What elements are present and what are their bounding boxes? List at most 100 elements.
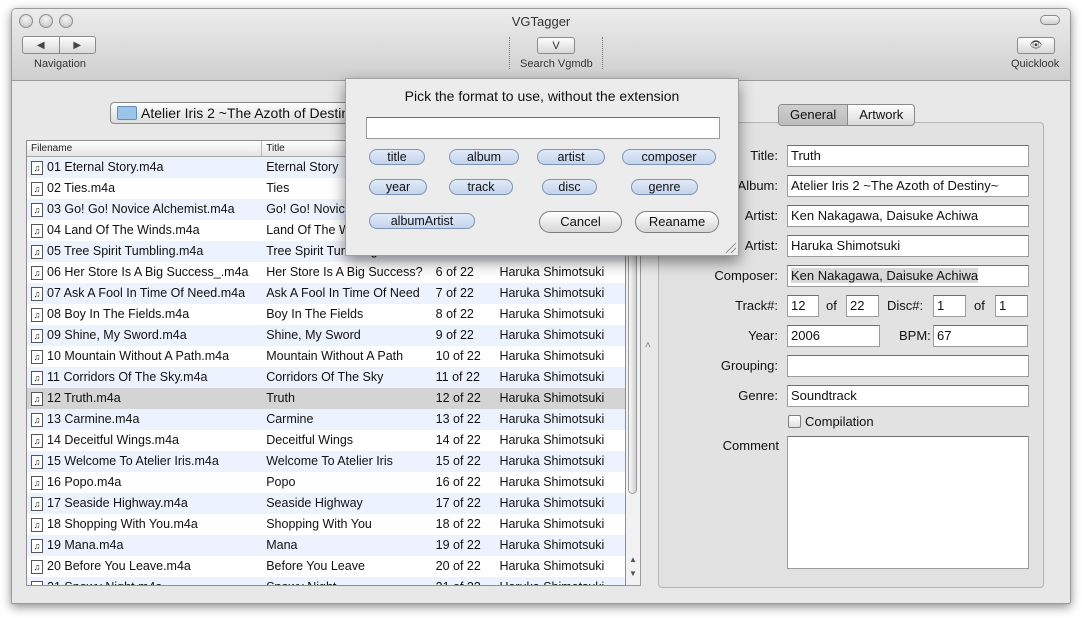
artist-cell: Haruka Shimotsuki: [499, 475, 605, 489]
table-row[interactable]: ♫ 10 Mountain Without A Path.m4a Mountain …: [27, 346, 625, 367]
token-year[interactable]: year: [369, 179, 427, 195]
token-album-artist[interactable]: albumArtist: [369, 213, 475, 229]
title-cell: Carmine: [266, 412, 314, 426]
grouping-field[interactable]: [787, 355, 1029, 377]
tab-general[interactable]: General: [779, 105, 849, 125]
sheet-prompt: Pick the format to use, without the exte…: [404, 88, 680, 104]
audio-file-icon: ♫: [31, 454, 43, 469]
title-bar: VGTagger ◀ ▶ Navigation V Search Vgmdb 👁…: [12, 9, 1070, 81]
audio-file-icon: ♫: [31, 580, 43, 585]
filename-text: 11 Corridors Of The Sky.m4a: [47, 370, 208, 384]
table-row[interactable]: ♫ 17 Seaside Highway.m4a Seaside Highway 17…: [27, 493, 625, 514]
toolbar-separator: [509, 37, 510, 69]
bpm-field[interactable]: 67: [933, 325, 1028, 347]
token-genre[interactable]: genre: [631, 179, 698, 195]
filename-text: 17 Seaside Highway.m4a: [47, 496, 188, 510]
table-row[interactable]: ♫ 13 Carmine.m4a Carmine 13 of 22 Haruka Shi…: [27, 409, 625, 430]
table-row[interactable]: ♫ 12 Truth.m4a Truth 12 of 22 Haruka Shimots…: [27, 388, 625, 409]
filename-text: 05 Tree Spirit Tumbling.m4a: [47, 244, 204, 258]
eye-icon[interactable]: 👁: [1017, 37, 1055, 54]
artist-cell: Haruka Shimotsuki: [499, 349, 605, 363]
table-row[interactable]: ♫ 14 Deceitful Wings.m4a Deceitful Wings 14…: [27, 430, 625, 451]
compilation-checkbox[interactable]: [788, 415, 801, 428]
folder-popup-button[interactable]: Atelier Iris 2 ~The Azoth of Destiny~: [110, 102, 372, 124]
filename-text: 04 Land Of The Winds.m4a: [47, 223, 200, 237]
track-of-label: of: [826, 298, 837, 313]
audio-file-icon: ♫: [31, 202, 43, 217]
table-row[interactable]: ♫ 18 Shopping With You.m4a Shopping With Y…: [27, 514, 625, 535]
scroll-down-icon[interactable]: ▼: [628, 569, 638, 579]
table-row[interactable]: ♫ 19 Mana.m4a Mana 19 of 22 Haruka Shimotsuk…: [27, 535, 625, 556]
filename-text: 14 Deceitful Wings.m4a: [47, 433, 180, 447]
year-field[interactable]: 2006: [787, 325, 880, 347]
filename-text: 16 Popo.m4a: [47, 475, 122, 489]
artist-cell: Haruka Shimotsuki: [499, 370, 605, 384]
navigation-control: ◀ ▶: [22, 36, 96, 54]
audio-file-icon: ♫: [31, 307, 43, 322]
disc-number-field[interactable]: 1: [933, 295, 966, 317]
back-icon[interactable]: ◀: [23, 37, 60, 53]
token-disc[interactable]: disc: [542, 179, 597, 195]
artist-field[interactable]: Ken Nakagawa, Daisuke Achiwa: [787, 205, 1029, 227]
window-title: VGTagger: [511, 14, 571, 29]
genre-field[interactable]: Soundtrack: [787, 385, 1029, 407]
tab-artwork[interactable]: Artwork: [848, 105, 914, 125]
table-row[interactable]: ♫ 20 Before You Leave.m4a Before You Leave…: [27, 556, 625, 577]
filename-text: 21 Snowy Night.m4a: [47, 577, 162, 585]
title-cell: Truth: [266, 391, 295, 405]
table-row[interactable]: ♫ 15 Welcome To Atelier Iris.m4a Welcome T…: [27, 451, 625, 472]
token-composer[interactable]: composer: [622, 149, 716, 165]
track-cell: 12 of 22: [435, 391, 481, 405]
track-cell: 18 of 22: [435, 517, 481, 531]
filename-text: 03 Go! Go! Novice Alchemist.m4a: [47, 202, 235, 216]
filename-text: 09 Shine, My Sword.m4a: [47, 328, 187, 342]
filename-cell: ♫ 11 Corridors Of The Sky.m4a: [27, 367, 262, 388]
audio-file-icon: ♫: [31, 412, 43, 427]
track-total-field[interactable]: 22: [846, 295, 879, 317]
track-cell: 14 of 22: [435, 433, 481, 447]
token-track[interactable]: track: [449, 179, 513, 195]
filename-cell: ♫ 15 Welcome To Atelier Iris.m4a: [27, 451, 262, 472]
track-number-field[interactable]: 12: [787, 295, 819, 317]
format-input[interactable]: [366, 117, 720, 139]
table-row[interactable]: ♫ 06 Her Store Is A Big Success_.m4a Her S…: [27, 262, 625, 283]
cancel-button[interactable]: Cancel: [539, 211, 622, 233]
title-field[interactable]: Truth: [787, 145, 1029, 167]
token-title[interactable]: title: [369, 149, 425, 165]
table-row[interactable]: ♫ 08 Boy In The Fields.m4a Boy In The Fiel…: [27, 304, 625, 325]
split-handle[interactable]: ˄: [645, 340, 651, 351]
filename-cell: ♫ 13 Carmine.m4a: [27, 409, 262, 430]
title-cell: Deceitful Wings: [266, 433, 354, 447]
track-cell: 7 of 22: [435, 286, 474, 300]
scroll-up-icon[interactable]: ▲: [628, 555, 638, 565]
artist-cell: Haruka Shimotsuki: [499, 559, 605, 573]
album-field[interactable]: Atelier Iris 2 ~The Azoth of Destiny~: [787, 175, 1029, 197]
filename-cell: ♫ 06 Her Store Is A Big Success_.m4a: [27, 262, 262, 283]
table-row[interactable]: ♫ 11 Corridors Of The Sky.m4a Corridors Of…: [27, 367, 625, 388]
album-artist-field[interactable]: Haruka Shimotsuki: [787, 235, 1029, 257]
audio-file-icon: ♫: [31, 559, 43, 574]
filename-text: 08 Boy In The Fields.m4a: [47, 307, 190, 321]
track-cell: 20 of 22: [435, 559, 481, 573]
filename-cell: ♫ 19 Mana.m4a: [27, 535, 262, 556]
token-album[interactable]: album: [449, 149, 519, 165]
table-row[interactable]: ♫ 21 Snowy Night.m4a Snowy Night21 of 22Ha…: [27, 577, 625, 585]
table-row[interactable]: ♫ 07 Ask A Fool In Time Of Need.m4a Ask A …: [27, 283, 625, 304]
composer-field[interactable]: Ken Nakagawa, Daisuke Achiwa: [787, 265, 1029, 287]
resize-grip[interactable]: [726, 243, 736, 253]
filename-cell: ♫ 20 Before You Leave.m4a: [27, 556, 262, 577]
track-cell: 10 of 22: [435, 349, 481, 363]
table-row[interactable]: ♫ 16 Popo.m4a Popo 16 of 22 Haruka Shimotsuk…: [27, 472, 625, 493]
token-artist[interactable]: artist: [537, 149, 605, 165]
filename-text: 20 Before You Leave.m4a: [47, 559, 191, 573]
title-cell: Corridors Of The Sky: [266, 370, 384, 384]
toolbar-toggle-button[interactable]: [1040, 15, 1060, 25]
forward-icon[interactable]: ▶: [60, 37, 96, 53]
title-cell: Mana: [266, 538, 298, 552]
search-vgmdb-button[interactable]: V: [537, 37, 575, 54]
column-header-filename[interactable]: Filename: [27, 141, 263, 156]
rename-button[interactable]: Reaname: [635, 211, 719, 233]
disc-total-field[interactable]: 1: [995, 295, 1028, 317]
table-row[interactable]: ♫ 09 Shine, My Sword.m4a Shine, My Sword 9 …: [27, 325, 625, 346]
comment-textarea[interactable]: [787, 436, 1029, 569]
